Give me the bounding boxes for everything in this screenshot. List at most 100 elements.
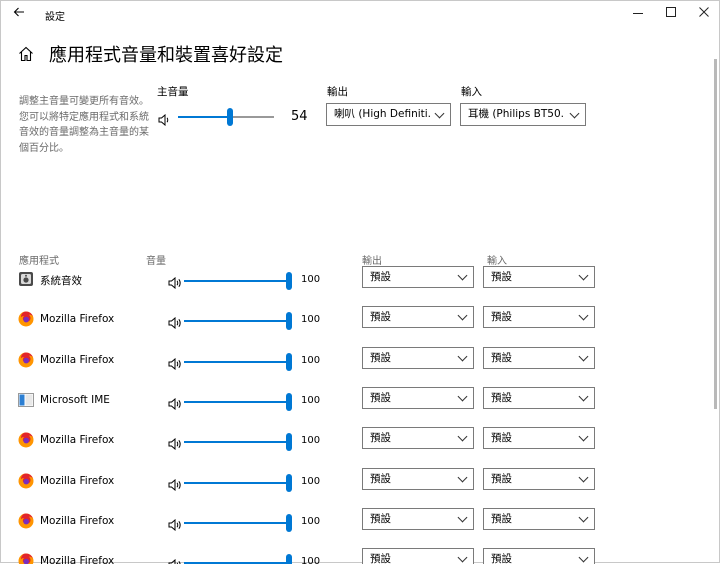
app-volume-value: 100 bbox=[301, 274, 321, 285]
app-volume-fill bbox=[184, 400, 292, 403]
app-output-dropdown[interactable]: 預設 bbox=[362, 467, 474, 490]
app-name: Mozilla Firefox bbox=[40, 514, 115, 527]
app-volume-value: 100 bbox=[301, 515, 321, 527]
firefox-icon bbox=[18, 311, 34, 327]
speaker-icon bbox=[168, 274, 182, 290]
app-volume-slider[interactable] bbox=[184, 481, 292, 484]
system-sounds-icon bbox=[18, 271, 34, 287]
app-volume-slider[interactable] bbox=[184, 280, 292, 282]
speaker-icon bbox=[168, 395, 182, 410]
speaker-icon bbox=[168, 516, 182, 531]
app-output-dropdown[interactable]: 預設 bbox=[362, 306, 474, 329]
chevron-down-icon bbox=[578, 552, 589, 563]
app-output-dropdown[interactable]: 預設 bbox=[362, 507, 474, 530]
app-volume-value: 100 bbox=[301, 394, 321, 406]
app-volume-slider[interactable] bbox=[184, 400, 292, 403]
chevron-down-icon bbox=[457, 391, 468, 402]
chevron-down-icon bbox=[578, 472, 589, 482]
app-input-dropdown[interactable]: 預設 bbox=[483, 266, 595, 288]
chevron-down-icon bbox=[578, 310, 589, 321]
app-volume-thumb[interactable] bbox=[286, 272, 292, 290]
app-output-dropdown[interactable]: 預設 bbox=[362, 266, 474, 288]
chevron-down-icon bbox=[578, 351, 589, 362]
app-name: Mozilla Firefox bbox=[40, 474, 115, 487]
app-volume-thumb[interactable] bbox=[286, 312, 292, 331]
firefox-icon bbox=[18, 513, 34, 529]
firefox-icon bbox=[18, 352, 34, 368]
firefox-icon bbox=[18, 432, 34, 448]
app-input-dropdown[interactable]: 預設 bbox=[483, 306, 595, 329]
app-output-value: 預設 bbox=[370, 553, 391, 564]
app-volume-value: 100 bbox=[301, 314, 321, 326]
speaker-icon bbox=[168, 355, 182, 370]
app-name: Mozilla Firefox bbox=[40, 353, 115, 366]
app-output-value: 預設 bbox=[370, 512, 391, 525]
app-input-dropdown[interactable]: 預設 bbox=[483, 346, 595, 369]
chevron-down-icon bbox=[578, 270, 589, 281]
app-input-dropdown[interactable]: 預設 bbox=[483, 427, 595, 450]
speaker-icon bbox=[168, 314, 182, 330]
app-volume-slider[interactable] bbox=[184, 441, 292, 444]
app-output-dropdown[interactable]: 預設 bbox=[362, 548, 474, 564]
app-volume-fill bbox=[184, 320, 292, 323]
app-input-dropdown[interactable]: 預設 bbox=[483, 386, 595, 409]
app-input-dropdown[interactable]: 預設 bbox=[483, 467, 595, 490]
app-volume-value: 100 bbox=[301, 475, 321, 487]
app-volume-slider[interactable] bbox=[184, 320, 292, 323]
app-volume-thumb[interactable] bbox=[286, 513, 292, 532]
chevron-down-icon bbox=[578, 391, 589, 402]
scrollbar[interactable] bbox=[714, 59, 717, 409]
app-input-value: 預設 bbox=[491, 351, 512, 364]
app-name: 系統音效 bbox=[40, 275, 82, 287]
app-output-value: 預設 bbox=[370, 271, 391, 283]
chevron-down-icon bbox=[457, 472, 468, 482]
app-output-value: 預設 bbox=[370, 472, 391, 485]
chevron-down-icon bbox=[457, 310, 468, 321]
speaker-icon bbox=[168, 435, 182, 451]
app-input-value: 預設 bbox=[491, 391, 512, 404]
speaker-icon bbox=[168, 476, 182, 491]
chevron-down-icon bbox=[578, 431, 589, 442]
app-output-value: 預設 bbox=[370, 351, 391, 364]
chevron-down-icon bbox=[457, 431, 468, 442]
app-volume-slider[interactable] bbox=[184, 360, 292, 363]
firefox-icon bbox=[18, 473, 34, 489]
app-volume-fill bbox=[184, 481, 292, 484]
app-output-dropdown[interactable]: 預設 bbox=[362, 346, 474, 369]
microsoft-ime-icon bbox=[18, 392, 34, 408]
app-name: Microsoft IME bbox=[40, 393, 110, 406]
app-input-value: 預設 bbox=[491, 553, 512, 564]
app-volume-value: 100 bbox=[301, 435, 321, 447]
app-volume-value: 100 bbox=[301, 354, 321, 366]
firefox-icon bbox=[18, 553, 34, 564]
app-output-value: 預設 bbox=[370, 311, 391, 324]
app-volume-thumb[interactable] bbox=[286, 473, 292, 492]
app-name: Mozilla Firefox bbox=[40, 313, 115, 326]
app-volume-thumb[interactable] bbox=[286, 433, 292, 452]
app-input-value: 預設 bbox=[491, 472, 512, 485]
app-input-value: 預設 bbox=[491, 271, 512, 283]
app-input-value: 預設 bbox=[491, 311, 512, 324]
app-input-dropdown[interactable]: 預設 bbox=[483, 507, 595, 530]
app-input-value: 預設 bbox=[491, 432, 512, 445]
app-volume-fill bbox=[184, 441, 292, 444]
app-volume-thumb[interactable] bbox=[286, 392, 292, 411]
app-output-dropdown[interactable]: 預設 bbox=[362, 427, 474, 450]
app-volume-thumb[interactable] bbox=[286, 352, 292, 371]
chevron-down-icon bbox=[457, 351, 468, 362]
app-volume-list: 系統音效 100 預設 預設 Mozilla Firefox 100 預設 預設 Mozilla… bbox=[1, 1, 719, 564]
app-output-value: 預設 bbox=[370, 432, 391, 445]
app-volume-fill bbox=[184, 280, 292, 282]
app-name: Mozilla Firefox bbox=[40, 434, 115, 447]
chevron-down-icon bbox=[457, 270, 468, 281]
app-output-dropdown[interactable]: 預設 bbox=[362, 386, 474, 409]
app-volume-fill bbox=[184, 360, 292, 363]
app-volume-fill bbox=[184, 521, 292, 524]
app-output-value: 預設 bbox=[370, 391, 391, 404]
chevron-down-icon bbox=[457, 552, 468, 563]
app-volume-slider[interactable] bbox=[184, 521, 292, 524]
chevron-down-icon bbox=[578, 512, 589, 523]
app-input-dropdown[interactable]: 預設 bbox=[483, 548, 595, 564]
chevron-down-icon bbox=[457, 512, 468, 523]
app-input-value: 預設 bbox=[491, 512, 512, 525]
